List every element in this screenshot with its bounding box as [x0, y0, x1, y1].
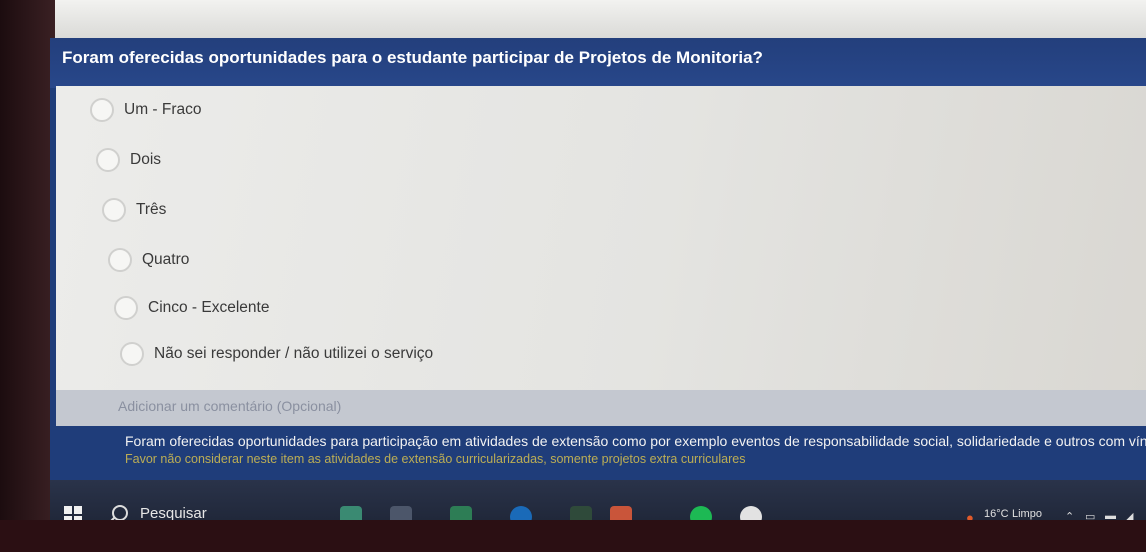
monitor-bezel-top — [0, 0, 1146, 40]
question-title: Foram oferecidas oportunidades para o es… — [62, 48, 763, 67]
monitor-bezel-bottom — [0, 520, 1146, 552]
radio-button[interactable] — [90, 98, 114, 122]
weather-text: Limpo — [1012, 508, 1042, 520]
search-label: Pesquisar — [140, 504, 207, 522]
option-label: Três — [136, 201, 167, 218]
next-question-title: Foram oferecidas oportunidades para part… — [125, 433, 1146, 449]
option-label: Cinco - Excelente — [148, 299, 270, 316]
comment-input[interactable]: Adicionar um comentário (Opcional) — [118, 398, 341, 414]
survey-screen: Foram oferecidas oportunidades para o es… — [50, 38, 1146, 530]
option-tres[interactable]: Três — [102, 198, 166, 222]
option-label: Dois — [130, 151, 162, 168]
weather-temp: 16°C — [984, 508, 1009, 520]
option-label: Não sei responder / não utilizei o servi… — [154, 345, 434, 362]
option-nao-sei[interactable]: Não sei responder / não utilizei o servi… — [120, 342, 433, 366]
options-panel: Um - Fraco Dois Três Quatro Cinco - Exce… — [56, 86, 1146, 426]
option-um-fraco[interactable]: Um - Fraco — [90, 98, 202, 122]
question-header: Foram oferecidas oportunidades para o es… — [50, 38, 1146, 88]
option-label: Um - Fraco — [124, 101, 202, 118]
option-label: Quatro — [142, 251, 190, 268]
radio-button[interactable] — [96, 148, 120, 172]
option-dois[interactable]: Dois — [96, 148, 161, 172]
radio-button[interactable] — [114, 296, 138, 320]
comment-row: Adicionar um comentário (Opcional) — [56, 390, 1146, 426]
monitor-bezel-left — [0, 0, 55, 552]
option-quatro[interactable]: Quatro — [108, 248, 189, 272]
radio-button[interactable] — [120, 342, 144, 366]
next-question-note: Favor não considerar neste item as ativi… — [125, 452, 746, 466]
radio-button[interactable] — [102, 198, 126, 222]
radio-button[interactable] — [108, 248, 132, 272]
search-icon — [112, 505, 128, 521]
option-cinco-excelente[interactable]: Cinco - Excelente — [114, 296, 269, 320]
